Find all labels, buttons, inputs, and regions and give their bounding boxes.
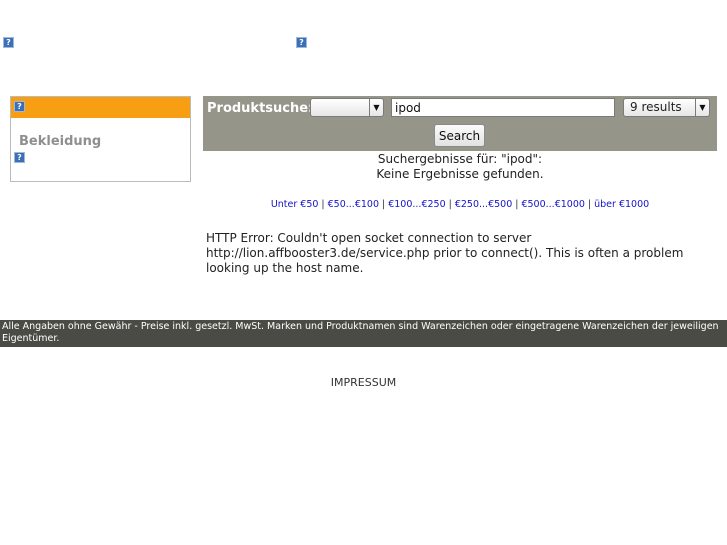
broken-image-icon: ? — [296, 37, 307, 48]
footer-disclaimer: Alle Angaben ohne Gewähr - Preise inkl. … — [0, 320, 727, 347]
separator: | — [321, 199, 325, 210]
product-search-bar: Produktsuche: ▼ 9 results ▼ Search — [203, 96, 717, 151]
broken-image-icon: ? — [3, 37, 14, 48]
price-range-link[interactable]: über €1000 — [594, 199, 649, 210]
separator: | — [515, 199, 519, 210]
no-results-message: Keine Ergebnisse gefunden. — [376, 167, 544, 181]
dropdown-arrow-icon: ▼ — [369, 99, 383, 116]
broken-image-icon: ? — [14, 101, 25, 112]
category-sidebar: ? Bekleidung ? — [10, 96, 191, 182]
price-range-link[interactable]: €500...€1000 — [521, 199, 584, 210]
category-select[interactable]: ▼ — [310, 98, 384, 117]
price-range-link[interactable]: €50...€100 — [328, 199, 379, 210]
price-range-link[interactable]: €100...€250 — [388, 199, 445, 210]
category-link-bekleidung[interactable]: Bekleidung — [19, 134, 101, 149]
separator: | — [448, 199, 452, 210]
search-button[interactable]: Search — [434, 124, 485, 147]
price-range-link[interactable]: Unter €50 — [271, 199, 319, 210]
impressum-link[interactable]: IMPRESSUM — [0, 376, 727, 389]
separator: | — [587, 199, 592, 210]
sidebar-header: ? — [11, 97, 190, 118]
results-count-value: 9 results — [630, 100, 682, 114]
price-range-links: Unter €50 | €50...€100 | €100...€250 | €250...… — [203, 199, 717, 210]
separator: | — [382, 199, 386, 210]
results-heading: Suchergebnisse für: "ipod": — [377, 152, 543, 166]
broken-image-icon: ? — [14, 152, 25, 163]
http-error-message: HTTP Error: Couldn't open socket connect… — [206, 231, 684, 275]
results-count-select[interactable]: 9 results ▼ — [623, 98, 710, 117]
search-input[interactable] — [391, 98, 615, 117]
dropdown-arrow-icon: ▼ — [695, 99, 709, 116]
price-range-link[interactable]: €250...€500 — [455, 199, 512, 210]
search-label: Produktsuche: — [207, 101, 314, 116]
